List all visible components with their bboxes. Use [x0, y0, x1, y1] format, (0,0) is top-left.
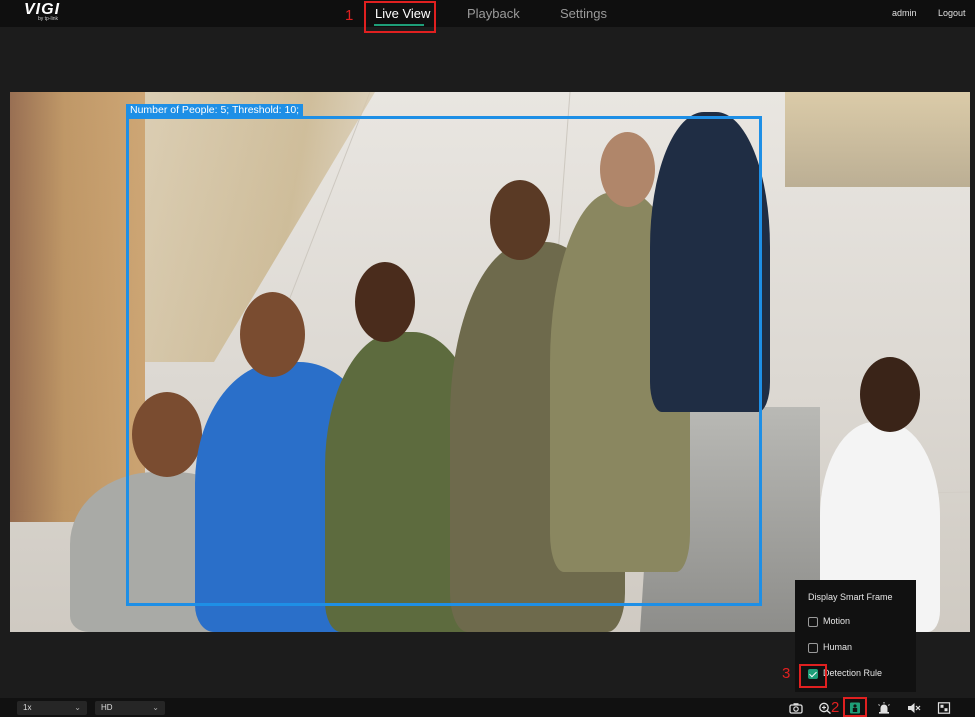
cashier-head — [860, 357, 920, 432]
people-count-overlay: Number of People: 5; Threshold: 10; — [126, 104, 304, 117]
top-navigation-bar: VIGI by tp-link Live View Playback Setti… — [0, 0, 975, 27]
human-checkbox[interactable] — [808, 643, 818, 653]
video-toolbar: 1x ⌄ HD ⌄ — [0, 698, 975, 717]
camera-snapshot-icon[interactable] — [789, 702, 803, 714]
quality-value: HD — [101, 703, 113, 712]
detection-rule-frame — [126, 116, 762, 606]
logo-subtext: by tp-link — [38, 16, 59, 22]
option-human[interactable]: Human — [808, 642, 908, 656]
mute-icon[interactable] — [907, 702, 921, 714]
option-label: Human — [823, 642, 853, 652]
annotation-number-1: 1 — [345, 7, 354, 24]
playback-speed-select[interactable]: 1x ⌄ — [17, 701, 87, 715]
user-name[interactable]: admin — [892, 8, 917, 18]
stream-quality-select[interactable]: HD ⌄ — [95, 701, 165, 715]
tab-settings[interactable]: Settings — [560, 6, 607, 21]
option-label: Detection Rule — [823, 668, 883, 678]
vigi-logo: VIGI by tp-link — [24, 1, 70, 25]
annotation-number-3: 3 — [782, 665, 791, 682]
option-motion[interactable]: Motion — [808, 616, 908, 630]
live-video-feed[interactable]: Number of People: 5; Threshold: 10; — [10, 92, 970, 632]
smart-frame-menu-title: Display Smart Frame — [808, 592, 893, 602]
option-label: Motion — [823, 616, 851, 626]
speed-value: 1x — [23, 703, 32, 712]
chevron-down-icon: ⌄ — [152, 703, 159, 712]
annotation-highlight-detection-rule — [799, 664, 827, 688]
alarm-icon[interactable] — [877, 702, 891, 714]
logout-link[interactable]: Logout — [938, 8, 966, 18]
right-shelf — [785, 92, 970, 187]
annotation-highlight-smart-frame — [843, 697, 867, 717]
annotation-highlight-live-view — [364, 1, 436, 33]
left-shelf — [10, 92, 145, 522]
fullscreen-icon[interactable] — [937, 702, 951, 714]
motion-checkbox[interactable] — [808, 617, 818, 627]
tab-playback[interactable]: Playback — [467, 6, 520, 21]
chevron-down-icon: ⌄ — [74, 703, 81, 712]
annotation-number-2: 2 — [831, 699, 840, 716]
zoom-in-icon[interactable] — [818, 702, 832, 714]
